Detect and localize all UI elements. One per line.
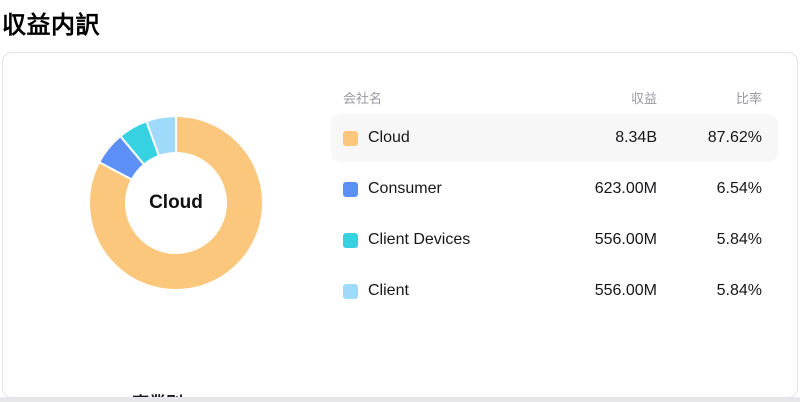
donut-chart-svg <box>88 115 264 291</box>
table-body: Cloud 8.34B 87.62% Consumer 623.00M 6.54… <box>331 114 778 315</box>
legend-swatch-icon <box>343 232 358 248</box>
breakdown-table: 会社名 収益 比率 Cloud 8.34B 87.62% Consumer 62… <box>331 87 778 318</box>
row-name: Client <box>368 282 409 299</box>
legend-swatch-icon <box>343 181 358 197</box>
row-name: Consumer <box>368 180 442 197</box>
legend-swatch-icon <box>343 283 358 299</box>
page-title: 収益内訳 <box>2 12 100 39</box>
table-row-client-devices[interactable]: Client Devices 556.00M 5.84% <box>331 216 778 264</box>
donut-chart: Cloud <box>87 114 265 292</box>
page-bottom-divider <box>0 397 800 402</box>
row-revenue: 623.00M <box>594 180 657 197</box>
row-revenue: 556.00M <box>594 282 657 299</box>
row-ratio: 5.84% <box>716 282 762 299</box>
table-row-consumer[interactable]: Consumer 623.00M 6.54% <box>331 165 778 213</box>
revenue-breakdown-widget: 収益内訳 Cloud 事業別 USD 会社名 収益 比率 Cloud <box>0 0 800 402</box>
row-name: Cloud <box>368 129 410 146</box>
table-header-row: 会社名 収益 比率 <box>331 87 778 107</box>
row-ratio: 5.84% <box>716 231 762 248</box>
header-ratio: 比率 <box>735 90 762 106</box>
row-ratio: 6.54% <box>716 180 762 197</box>
legend-swatch-icon <box>343 130 358 146</box>
row-ratio: 87.62% <box>707 129 762 146</box>
row-name: Client Devices <box>368 231 471 248</box>
header-company-name: 会社名 <box>343 90 383 106</box>
table-row-cloud[interactable]: Cloud 8.34B 87.62% <box>331 114 778 162</box>
header-revenue: 収益 <box>630 90 657 106</box>
table-row-client[interactable]: Client 556.00M 5.84% <box>331 267 778 315</box>
row-revenue: 8.34B <box>615 129 657 146</box>
row-revenue: 556.00M <box>594 231 657 248</box>
revenue-breakdown-card: Cloud 事業別 USD 会社名 収益 比率 Cloud 8.34B 87.6… <box>2 52 798 402</box>
